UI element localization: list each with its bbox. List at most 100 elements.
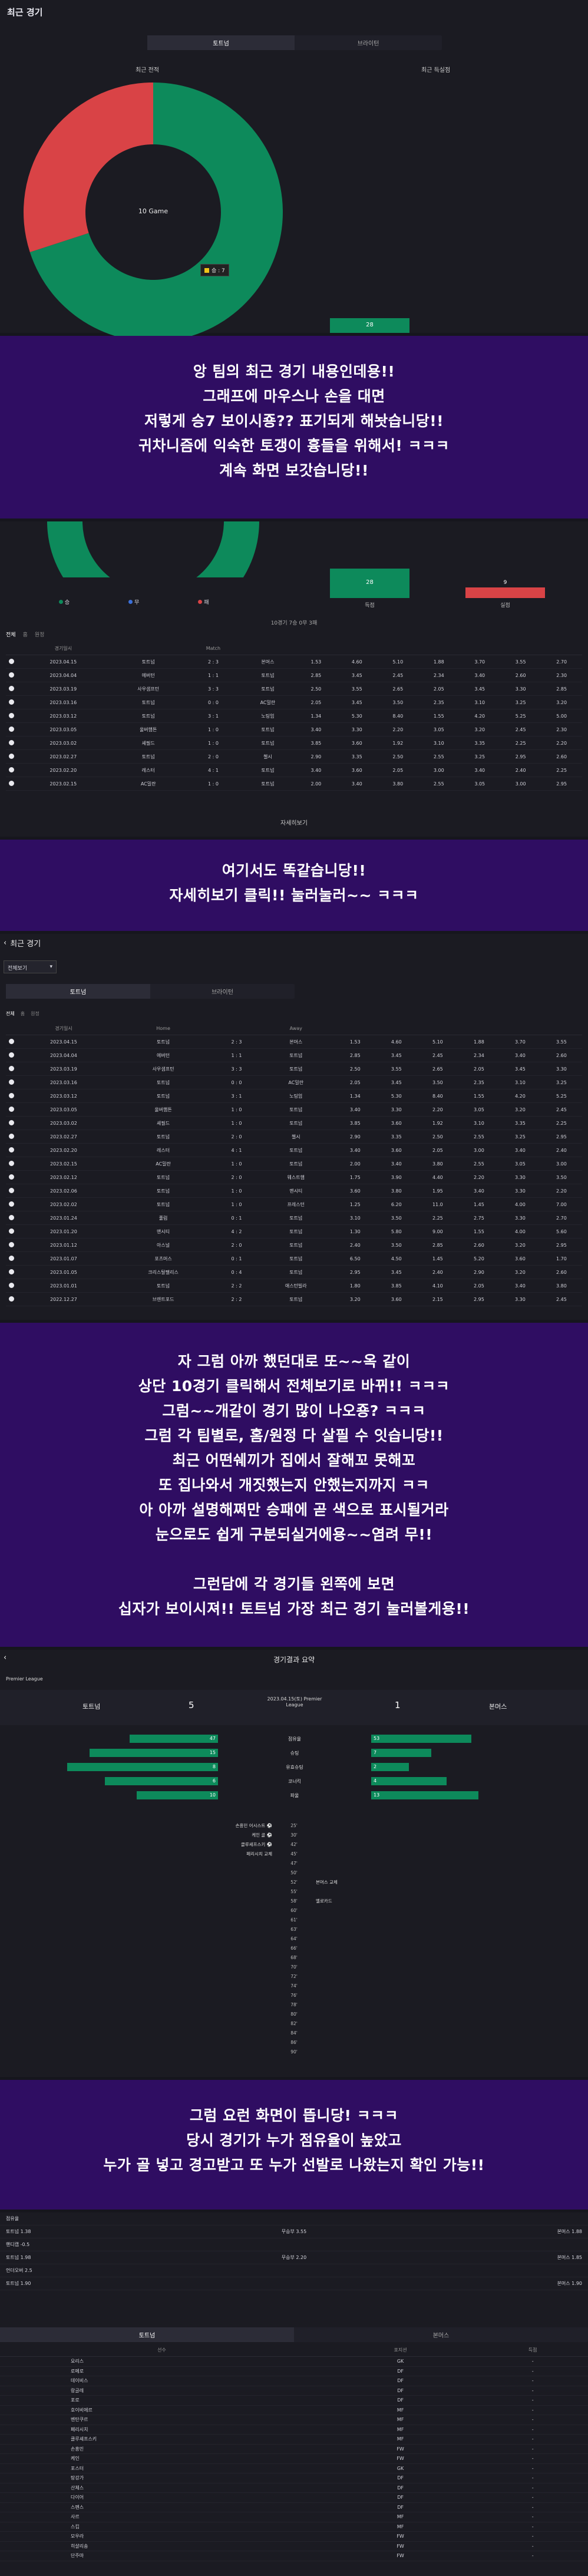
table-row[interactable]: 2023.03.05 울버햄튼 1 : 0 토트넘 3.40 3.30 2.20 3.05 3.… xyxy=(6,722,582,737)
table-row[interactable]: 2022.12.27 브렌트포드 2 : 2 토트넘 3.20 3.60 2.15 2.95 3… xyxy=(6,1292,582,1306)
expand-plus-icon[interactable] xyxy=(8,780,14,786)
expand-plus-icon[interactable] xyxy=(8,1092,14,1098)
expand-plus-icon[interactable] xyxy=(8,672,14,678)
filter-home[interactable]: 홈 xyxy=(23,630,28,638)
table-row[interactable]: 2023.03.02 셰필드 1 : 0 토트넘 3.85 3.60 1.92 3.10 3.3… xyxy=(6,736,582,750)
table-row[interactable]: 2023.02.27 토트넘 2 : 0 첼시 2.90 3.35 2.50 2.55 3.25… xyxy=(6,1130,582,1144)
expand-plus-icon[interactable] xyxy=(8,1255,14,1261)
expand-plus-icon[interactable] xyxy=(8,726,14,732)
table-row[interactable]: 벤탄쿠르 MF - xyxy=(0,2415,588,2425)
table-row[interactable]: 데이비스 DF - xyxy=(0,2376,588,2386)
table-row[interactable]: 2023.02.02 토트넘 1 : 0 프레스턴 1.25 6.20 11.0 1.45 4.… xyxy=(6,1197,582,1211)
filter-all[interactable]: 전체 xyxy=(6,1010,15,1017)
expand-plus-icon[interactable] xyxy=(8,685,14,691)
expand-plus-icon[interactable] xyxy=(8,1269,14,1274)
table-row[interactable]: 스킵 MF - xyxy=(0,2522,588,2532)
table-row[interactable]: 2023.02.15 AC밀란 1 : 0 토트넘 2.00 3.40 3.80 2.55 3.… xyxy=(6,1157,582,1171)
table-row[interactable]: 로메로 DF - xyxy=(0,2366,588,2376)
back-arrow-icon[interactable]: ‹ xyxy=(4,1653,6,1662)
filter-away[interactable]: 원정 xyxy=(31,1010,39,1017)
expand-plus-icon[interactable] xyxy=(8,1079,14,1085)
table-row[interactable]: 단주마 FW - xyxy=(0,2551,588,2561)
expand-plus-icon[interactable] xyxy=(8,1052,14,1058)
table-row[interactable]: 모우라 FW - xyxy=(0,2531,588,2542)
table-row[interactable]: 2023.02.06 토트넘 1 : 0 맨시티 3.60 3.80 1.95 3.40 3.3… xyxy=(6,1184,582,1198)
expand-plus-icon[interactable] xyxy=(8,1038,14,1044)
table-row[interactable]: 2023.03.19 사우샘프턴 3 : 3 토트넘 2.50 3.55 2.65 2.05 3… xyxy=(6,682,582,696)
table-row[interactable]: 2023.02.20 레스터 4 : 1 토트넘 3.40 3.60 2.05 3.00 3.4… xyxy=(6,1143,582,1157)
expand-plus-icon[interactable] xyxy=(8,699,14,705)
table-row[interactable]: 2023.02.15 AC밀란 1 : 0 토트넘 2.00 3.40 3.80 2.55 3.… xyxy=(6,777,582,791)
expand-plus-icon[interactable] xyxy=(8,1214,14,1220)
table-row[interactable]: 2023.01.12 아스널 2 : 0 토트넘 2.40 3.50 2.85 2.60 3.2… xyxy=(6,1238,582,1252)
expand-plus-icon[interactable] xyxy=(8,753,14,759)
more-button[interactable]: 자세히보기 xyxy=(0,818,588,827)
table-row[interactable]: 2023.02.27 토트넘 2 : 0 첼시 2.90 3.35 2.50 2.55 3.25… xyxy=(6,749,582,764)
table-row[interactable]: 2023.03.12 토트넘 3 : 1 노팅엄 1.34 5.30 8.40 1.55 4.2… xyxy=(6,709,582,723)
table-cell: 2.20 xyxy=(377,722,419,737)
table-header-row: 경기일시 Match xyxy=(6,642,582,655)
table-row[interactable]: 스펜스 DF - xyxy=(0,2502,588,2512)
expand-plus-icon[interactable] xyxy=(8,712,14,718)
table-row[interactable]: 2023.03.12 토트넘 3 : 1 노팅엄 1.34 5.30 8.40 1.55 4.2… xyxy=(6,1089,582,1103)
filter-all[interactable]: 전체 xyxy=(6,630,16,638)
table-row[interactable]: 랑글레 DF - xyxy=(0,2386,588,2396)
table-row[interactable]: 히샬리송 FW - xyxy=(0,2541,588,2551)
table-row[interactable]: 2023.03.05 울버햄튼 1 : 0 토트넘 3.40 3.30 2.20 3.05 3.… xyxy=(6,1102,582,1117)
tab-home-lineup[interactable]: 토트넘 xyxy=(0,2327,294,2342)
back-arrow-icon[interactable]: ‹ xyxy=(4,939,6,947)
donut-slice-1[interactable] xyxy=(23,82,153,252)
expand-plus-icon[interactable] xyxy=(8,1187,14,1193)
table-row[interactable]: 포스터 GK - xyxy=(0,2463,588,2473)
table-row[interactable]: 2023.03.19 사우샘프턴 3 : 3 토트넘 2.50 3.55 2.65 2.05 3… xyxy=(6,1062,582,1076)
expand-plus-icon[interactable] xyxy=(8,658,14,664)
table-row[interactable]: 2023.03.16 토트넘 0 : 0 AC밀란 2.05 3.45 3.50 2.35 3.… xyxy=(6,1075,582,1089)
expand-plus-icon[interactable] xyxy=(8,1174,14,1180)
expand-plus-icon[interactable] xyxy=(8,1241,14,1247)
table-row[interactable]: 요리스 GK - xyxy=(0,2356,588,2367)
table-row[interactable]: 케인 FW - xyxy=(0,2453,588,2464)
table-row[interactable]: 산체스 DF - xyxy=(0,2483,588,2493)
table-row[interactable]: 2023.04.04 에버턴 1 : 1 토트넘 2.85 3.45 2.45 2.34 3.4… xyxy=(6,1048,582,1062)
filter-home[interactable]: 홈 xyxy=(21,1010,25,1017)
tab-away-lineup[interactable]: 본머스 xyxy=(294,2327,588,2342)
table-row[interactable]: 2023.01.05 크리스탈팰리스 0 : 4 토트넘 2.95 3.45 2.40 2.9… xyxy=(6,1265,582,1279)
table-row[interactable]: 포로 DF - xyxy=(0,2395,588,2406)
table-row[interactable]: 2023.02.12 토트넘 2 : 0 웨스트햄 1.75 3.90 4.40 2.20 3.… xyxy=(6,1170,582,1184)
table-row[interactable]: 클루셰프스키 MF - xyxy=(0,2434,588,2445)
table-row[interactable]: 다이어 DF - xyxy=(0,2492,588,2503)
table-row[interactable]: 2023.02.20 레스터 4 : 1 토트넘 3.40 3.60 2.05 3.00 3.4… xyxy=(6,763,582,777)
table-row[interactable]: 2023.01.01 토트넘 2 : 2 애스턴빌라 1.80 3.85 4.10 2.05 3… xyxy=(6,1279,582,1293)
expand-plus-icon[interactable] xyxy=(8,1065,14,1071)
table-row[interactable]: 2023.04.15 토트넘 2 : 3 본머스 1.53 4.60 5.10 1.88 3.7… xyxy=(6,1035,582,1049)
table-row[interactable]: 손흥민 FW - xyxy=(0,2444,588,2454)
expand-plus-icon[interactable] xyxy=(8,767,14,772)
expand-plus-icon[interactable] xyxy=(8,1228,14,1234)
expand-plus-icon[interactable] xyxy=(8,1106,14,1112)
table-row[interactable]: 2023.04.15 토트넘 2 : 3 본머스 1.53 4.60 5.10 1.88 3.7… xyxy=(6,655,582,669)
expand-plus-icon[interactable] xyxy=(8,1133,14,1139)
tab-team-2[interactable]: 브라이턴 xyxy=(150,984,295,999)
expand-plus-icon[interactable] xyxy=(8,1119,14,1125)
table-row[interactable]: 2023.01.24 풀럼 0 : 1 토트넘 3.10 3.50 2.25 2.75 3.30… xyxy=(6,1211,582,1225)
expand-plus-icon[interactable] xyxy=(8,1160,14,1166)
expand-plus-icon[interactable] xyxy=(8,1282,14,1288)
filter-away[interactable]: 원정 xyxy=(35,630,45,638)
expand-plus-icon[interactable] xyxy=(8,739,14,745)
table-row[interactable]: 페리시치 MF - xyxy=(0,2425,588,2435)
table-row[interactable]: 사르 MF - xyxy=(0,2512,588,2522)
table-row[interactable]: 호이비에르 MF - xyxy=(0,2405,588,2415)
view-dropdown[interactable]: 전체보기 ▾ xyxy=(4,960,57,973)
table-row[interactable]: 2023.04.04 에버턴 1 : 1 토트넘 2.85 3.45 2.45 2.34 3.4… xyxy=(6,668,582,682)
table-row[interactable]: 2023.03.02 셰필드 1 : 0 토트넘 3.85 3.60 1.92 3.10 3.3… xyxy=(6,1116,582,1130)
table-row[interactable]: 2023.01.07 포츠머스 0 : 1 토트넘 6.50 4.50 1.45 5.20 3.… xyxy=(6,1251,582,1266)
expand-plus-icon[interactable] xyxy=(8,1296,14,1302)
table-row[interactable]: 2023.01.20 맨시티 4 : 2 토트넘 1.30 5.80 9.00 1.55 4.0… xyxy=(6,1224,582,1239)
tab-team-1[interactable]: 토트넘 xyxy=(147,35,295,50)
expand-plus-icon[interactable] xyxy=(8,1147,14,1152)
table-row[interactable]: 탕강가 DF - xyxy=(0,2473,588,2483)
expand-plus-icon[interactable] xyxy=(8,1201,14,1207)
tab-team-1[interactable]: 토트넘 xyxy=(6,984,150,999)
table-row[interactable]: 2023.03.16 토트넘 0 : 0 AC밀란 2.05 3.45 3.50 2.35 3.… xyxy=(6,695,582,709)
tab-team-2[interactable]: 브라이턴 xyxy=(295,35,442,50)
